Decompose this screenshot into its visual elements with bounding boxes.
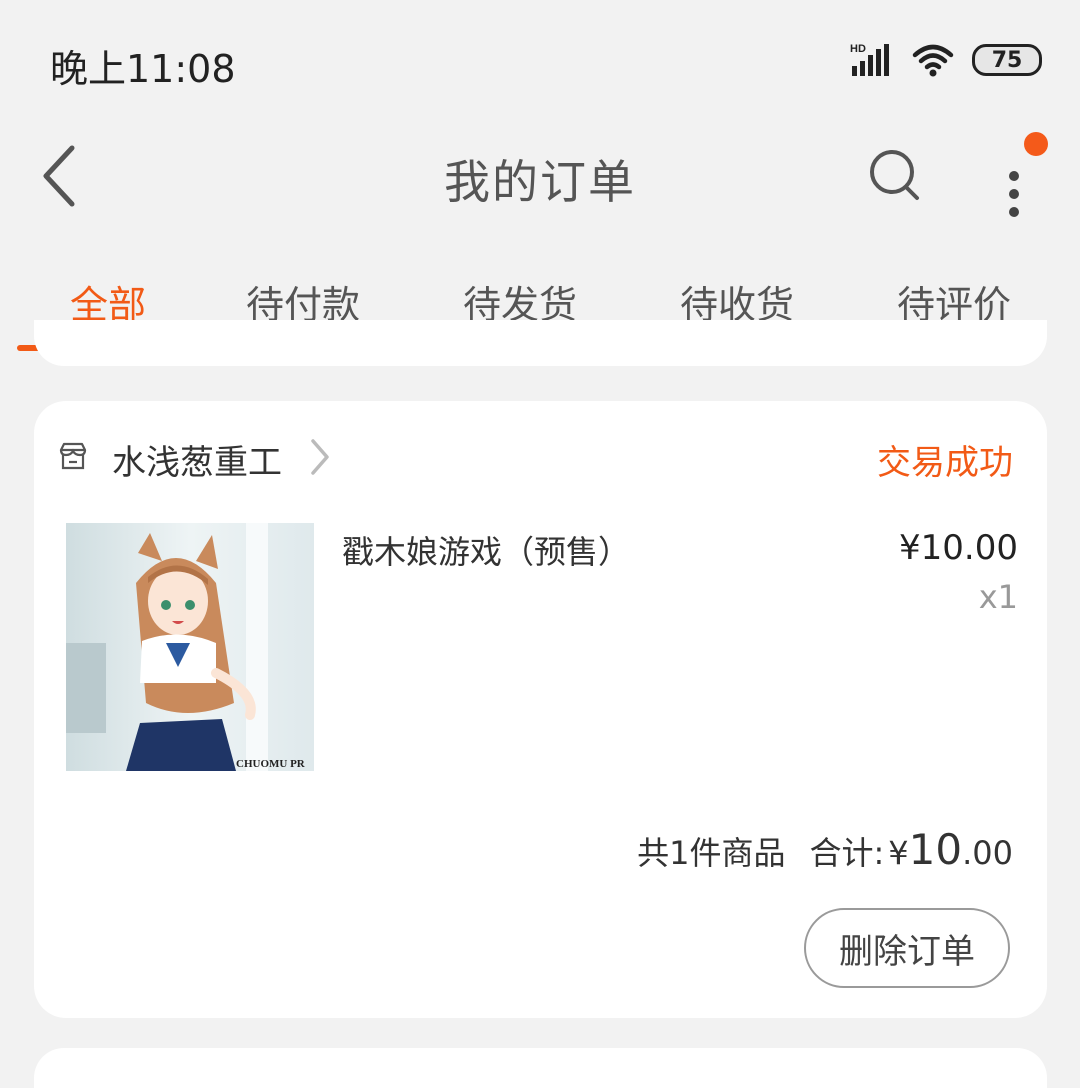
product-name[interactable]: 戳木娘游戏（预售） [342,527,630,573]
product-quantity: x1 [978,578,1018,616]
order-status: 交易成功 [877,443,1013,483]
search-icon [870,150,919,200]
product-image[interactable]: CHUOMU PR [66,523,314,771]
status-time: 晚上11:08 [50,47,236,91]
shop-name[interactable]: 水浅葱重工 [112,435,282,484]
order-summary: 共1件商品 合计: ¥ 10 .00 [637,825,1013,874]
shop-icon [59,442,87,470]
battery-indicator: 75 [972,44,1042,76]
product-illustration: CHUOMU PR [66,523,314,771]
previous-order-card [34,320,1047,366]
total-amount-integer: 10 [908,825,963,874]
header: 我的订单 [0,120,1080,235]
status-icons: HD 75 [850,36,1042,84]
total-currency: ¥ [888,834,909,872]
delete-order-button[interactable]: 删除订单 [804,908,1010,988]
order-card[interactable]: 水浅葱重工 交易成功 CHUOMU PR 戳木娘游戏（预售） ¥10.00 x1… [34,401,1047,1018]
notification-dot [1024,132,1048,156]
total-label: 合计: [809,834,885,872]
next-order-card [34,1048,1047,1088]
total-amount-decimal: .00 [962,834,1013,872]
search-button[interactable] [862,142,928,208]
chevron-right-icon[interactable] [308,437,332,477]
network-label: HD [850,43,866,55]
status-bar: 晚上11:08 HD 75 [0,0,1080,120]
wifi-icon [912,44,954,77]
signal-icon: HD [850,43,889,76]
product-image-text: CHUOMU PR [236,758,306,770]
item-count: 共1件商品 [637,834,786,872]
product-price: ¥10.00 [899,528,1018,568]
